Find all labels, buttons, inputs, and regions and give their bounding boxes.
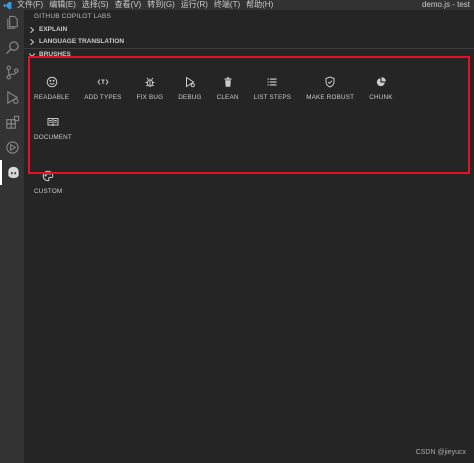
brush-label: ADD TYPES [84, 94, 122, 101]
explorer-icon[interactable] [0, 10, 24, 35]
extensions-icon[interactable] [0, 110, 24, 135]
timeline-icon[interactable] [0, 135, 24, 160]
type-tag-icon [97, 76, 109, 88]
brush-label: DOCUMENT [34, 134, 72, 141]
trash-icon [222, 76, 234, 88]
brush-label: MAKE ROBUST [306, 94, 355, 101]
section-brushes[interactable]: BRUSHES [24, 48, 474, 61]
copilot-labs-icon[interactable] [0, 160, 24, 185]
section-label: EXPLAIN [39, 26, 68, 33]
brush-make-robust-button[interactable]: MAKE ROBUST [306, 76, 354, 102]
pie-icon [375, 76, 387, 88]
bug-icon [144, 76, 156, 88]
brush-label: LIST STEPS [253, 94, 292, 101]
brush-debug-button[interactable]: DEBUG [178, 76, 201, 102]
chevron-right-icon [28, 26, 36, 34]
section-language-translation[interactable]: LANGUAGE TRANSLATION [24, 36, 474, 48]
search-icon[interactable] [0, 35, 24, 60]
brush-label: CLEAN [216, 94, 239, 101]
brush-label: CUSTOM [34, 188, 63, 195]
shield-icon [324, 76, 336, 88]
brush-label: CHUNK [369, 94, 393, 101]
menu-view[interactable]: 查看(V) [112, 0, 145, 10]
window-title: demo.js - test [421, 0, 470, 9]
menu-go[interactable]: 转到(G) [144, 0, 178, 10]
brushes-grid: READABLE ADD TYPES FIX BUG DEBUG CLEAN L… [34, 76, 454, 196]
menu-run[interactable]: 运行(R) [178, 0, 211, 10]
brush-fix-bug-button[interactable]: FIX BUG [137, 76, 164, 102]
section-label: BRUSHES [39, 51, 71, 58]
palette-icon [42, 170, 54, 182]
debug-icon [184, 76, 196, 88]
brush-label: READABLE [34, 94, 70, 101]
source-control-icon[interactable] [0, 60, 24, 85]
vscode-logo-icon [0, 0, 14, 10]
run-debug-icon[interactable] [0, 85, 24, 110]
brush-list-steps-button[interactable]: LIST STEPS [254, 76, 292, 102]
chevron-right-icon [28, 38, 36, 46]
brush-label: FIX BUG [136, 94, 164, 101]
brush-clean-button[interactable]: CLEAN [217, 76, 239, 102]
chevron-down-icon [28, 51, 36, 59]
menu-terminal[interactable]: 终端(T) [211, 0, 243, 10]
menu-file[interactable]: 文件(F) [14, 0, 46, 10]
activity-bar [0, 10, 24, 463]
pane-title: GITHUB COPILOT LABS [34, 13, 112, 20]
brush-custom-button[interactable]: CUSTOM [34, 170, 62, 196]
smiley-icon [46, 76, 58, 88]
menu-bar: 文件(F) 编辑(E) 选择(S) 查看(V) 转到(G) 运行(R) 终端(T… [0, 0, 474, 10]
brush-document-button[interactable]: DOCUMENT [34, 116, 72, 142]
watermark: CSDN @jieyucx [415, 449, 466, 456]
section-explain[interactable]: EXPLAIN [24, 24, 474, 36]
section-label: LANGUAGE TRANSLATION [39, 38, 125, 45]
list-icon [266, 76, 278, 88]
book-icon [47, 116, 59, 128]
menu-selection[interactable]: 选择(S) [79, 0, 112, 10]
brush-chunk-button[interactable]: CHUNK [369, 76, 392, 102]
menu-help[interactable]: 帮助(H) [243, 0, 276, 10]
brush-readable-button[interactable]: READABLE [34, 76, 69, 102]
brush-label: DEBUG [178, 94, 202, 101]
menu-edit[interactable]: 编辑(E) [46, 0, 79, 10]
brush-add-types-button[interactable]: ADD TYPES [84, 76, 121, 102]
